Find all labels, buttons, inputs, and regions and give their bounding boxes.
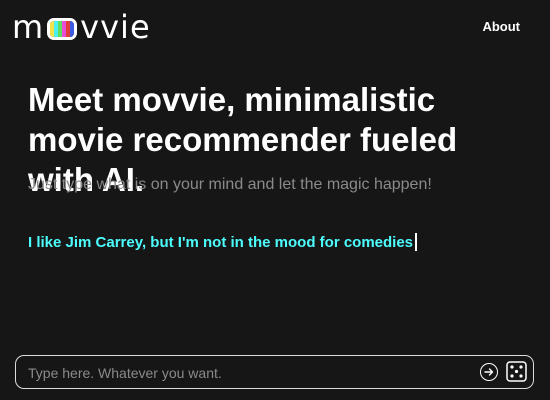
nav-about-link[interactable]: About <box>482 19 520 34</box>
typed-example-text: I like Jim Carrey, but I'm not in the mo… <box>28 233 414 251</box>
arrow-right-icon <box>484 368 494 376</box>
send-button[interactable] <box>480 363 498 381</box>
logo-prefix: m <box>12 8 45 46</box>
typed-example: I like Jim Carrey, but I'm not in the mo… <box>28 233 418 251</box>
logo[interactable]: m vvie <box>12 8 151 46</box>
logo-stripe <box>70 21 75 37</box>
tv-icon <box>47 18 78 40</box>
text-caret <box>415 233 418 251</box>
page-subtitle: Just type what is on your mind and let t… <box>28 176 432 193</box>
prompt-bar <box>15 355 534 389</box>
dice-icon <box>506 361 527 382</box>
prompt-input[interactable] <box>26 360 470 386</box>
random-button[interactable] <box>506 361 527 382</box>
logo-suffix: vvie <box>80 8 151 46</box>
header: m vvie About <box>0 0 550 60</box>
